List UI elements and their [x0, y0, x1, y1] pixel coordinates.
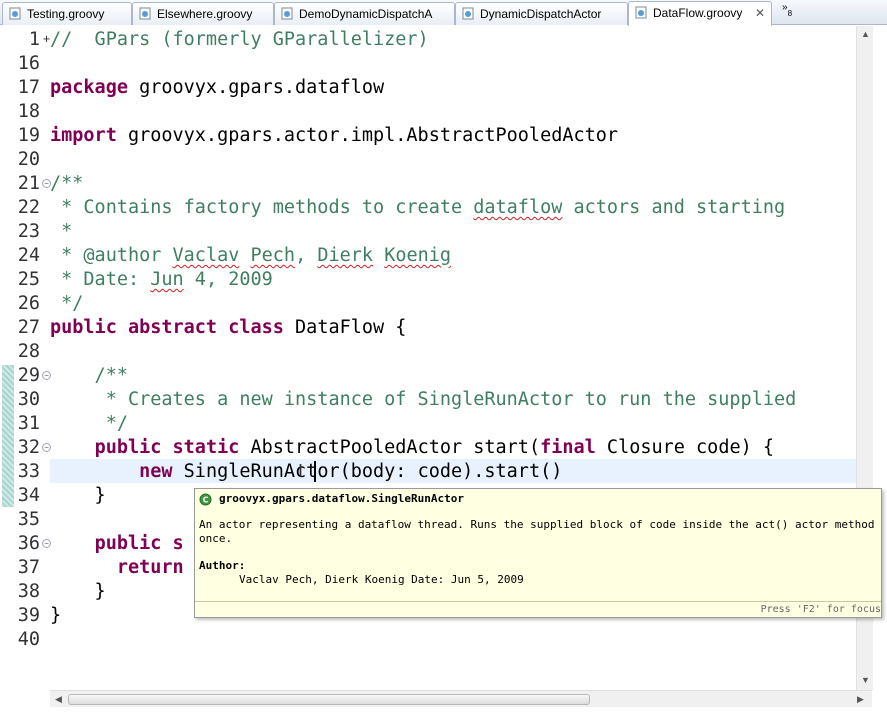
line-number: 30 [17, 389, 40, 410]
line-number: 24 [17, 245, 40, 266]
scroll-down-arrow-icon[interactable]: ▼ [859, 674, 872, 687]
line-number: 17 [17, 77, 40, 98]
line-number: 26 [17, 293, 40, 314]
line-number: 16 [17, 53, 40, 74]
line-number: 1 [28, 29, 40, 50]
hover-author-label: Author: [199, 559, 246, 572]
ibeam-cursor-icon: I [298, 461, 304, 481]
chevron-double-right-icon: » [782, 2, 788, 13]
line-number: 37 [17, 557, 40, 578]
tab-demodynamicdispatcha[interactable]: DemoDynamicDispatchA [274, 2, 455, 25]
code-line: /** [50, 365, 128, 386]
code-line: /** [50, 173, 84, 194]
groovy-file-icon [9, 7, 21, 20]
text-caret [314, 461, 316, 482]
code-line: * [50, 221, 73, 242]
line-number: 18 [17, 101, 40, 122]
tab-label: Testing.groovy [27, 7, 105, 21]
code-line: public s [94, 533, 184, 554]
tab-label: Elsewhere.groovy [157, 7, 253, 21]
horizontal-scrollbar[interactable]: ◀ ▶ [50, 690, 872, 707]
line-number: 31 [17, 413, 40, 434]
line-number: 19 [17, 125, 40, 146]
line-number: 28 [17, 341, 40, 362]
hover-title: groovyx.gpars.dataflow.SingleRunActor [219, 492, 465, 505]
tab-dynamicdispatchactor[interactable]: DynamicDispatchActor [455, 2, 628, 25]
horizontal-scroll-thumb[interactable] [68, 694, 590, 705]
line-number: 32 [17, 437, 40, 458]
groovy-file-icon [462, 7, 474, 20]
code-line: return [116, 557, 184, 578]
code-line: } [50, 485, 106, 506]
code-line: * Contains factory methods to create dat… [50, 197, 786, 218]
hover-description: An actor representing a dataflow thread.… [199, 518, 875, 545]
javadoc-hover-popup[interactable]: C groovyx.gpars.dataflow.SingleRunActor … [194, 488, 882, 618]
tab-label: DynamicDispatchActor [480, 7, 602, 21]
tab-dataflow-groovy[interactable]: DataFlow.groovy ✕ [628, 1, 772, 26]
line-number: 34 [17, 485, 40, 506]
close-tab-icon[interactable]: ✕ [755, 3, 765, 24]
line-number: 21 [17, 173, 40, 194]
hidden-tab-count: 8 [787, 9, 793, 18]
line-number: 22 [17, 197, 40, 218]
code-line: public static AbstractPooledActor start(… [94, 437, 775, 458]
groovy-file-icon [635, 6, 647, 19]
line-number: 33 [17, 461, 40, 482]
hover-status-bar: Press 'F2' for focus [195, 601, 881, 617]
line-number: 35 [17, 509, 40, 530]
scroll-left-arrow-icon[interactable]: ◀ [52, 693, 65, 706]
scroll-up-arrow-icon[interactable]: ▲ [859, 28, 872, 41]
line-number-ruler: 1 + 16 17 18 19 20 21 − 22 23 24 25 26 2… [14, 26, 51, 690]
class-icon: C [199, 493, 212, 506]
tab-elsewhere-groovy[interactable]: Elsewhere.groovy [132, 2, 274, 25]
tab-label: DataFlow.groovy [653, 6, 743, 20]
tab-label: DemoDynamicDispatchA [299, 7, 433, 21]
line-number: 25 [17, 269, 40, 290]
code-line: * Creates a new instance of SingleRunAct… [50, 389, 797, 410]
line-number: 23 [17, 221, 40, 242]
code-line: // GPars (formerly GParallelizer) [50, 29, 429, 50]
code-line: import groovyx.gpars.actor.impl.Abstract… [50, 125, 619, 146]
scroll-right-arrow-icon[interactable]: ▶ [854, 693, 867, 706]
code-line: */ [50, 293, 84, 314]
line-number: 39 [17, 605, 40, 626]
line-number: 20 [17, 149, 40, 170]
code-line: * Date: Jun 4, 2009 [50, 269, 273, 290]
line-number: 38 [17, 581, 40, 602]
code-line: */ [50, 413, 128, 434]
editor-tab-bar: Testing.groovy Elsewhere.groovy DemoDyna… [0, 0, 887, 26]
code-line: * @author Vaclav Pech, Dierk Koenig [50, 245, 452, 266]
line-number: 40 [17, 629, 40, 650]
focus-hint: Press 'F2' for focus [760, 604, 881, 615]
tab-testing-groovy[interactable]: Testing.groovy [2, 2, 132, 25]
groovy-file-icon [281, 7, 293, 20]
line-number: 29 [17, 365, 40, 386]
groovy-file-icon [139, 7, 151, 20]
hover-author-value: Vaclav Pech, Dierk Koenig Date: Jun 5, 2… [239, 573, 524, 586]
code-line: } [50, 581, 106, 602]
code-line: public abstract class DataFlow { [50, 317, 407, 338]
code-line: package groovyx.gpars.dataflow [50, 77, 385, 98]
code-line: } [50, 605, 62, 626]
quick-diff-change-marker [2, 365, 14, 507]
tab-overflow-button[interactable]: »8 [782, 2, 792, 18]
svg-text:C: C [203, 496, 209, 505]
line-number: 36 [17, 533, 40, 554]
line-number: 27 [17, 317, 40, 338]
